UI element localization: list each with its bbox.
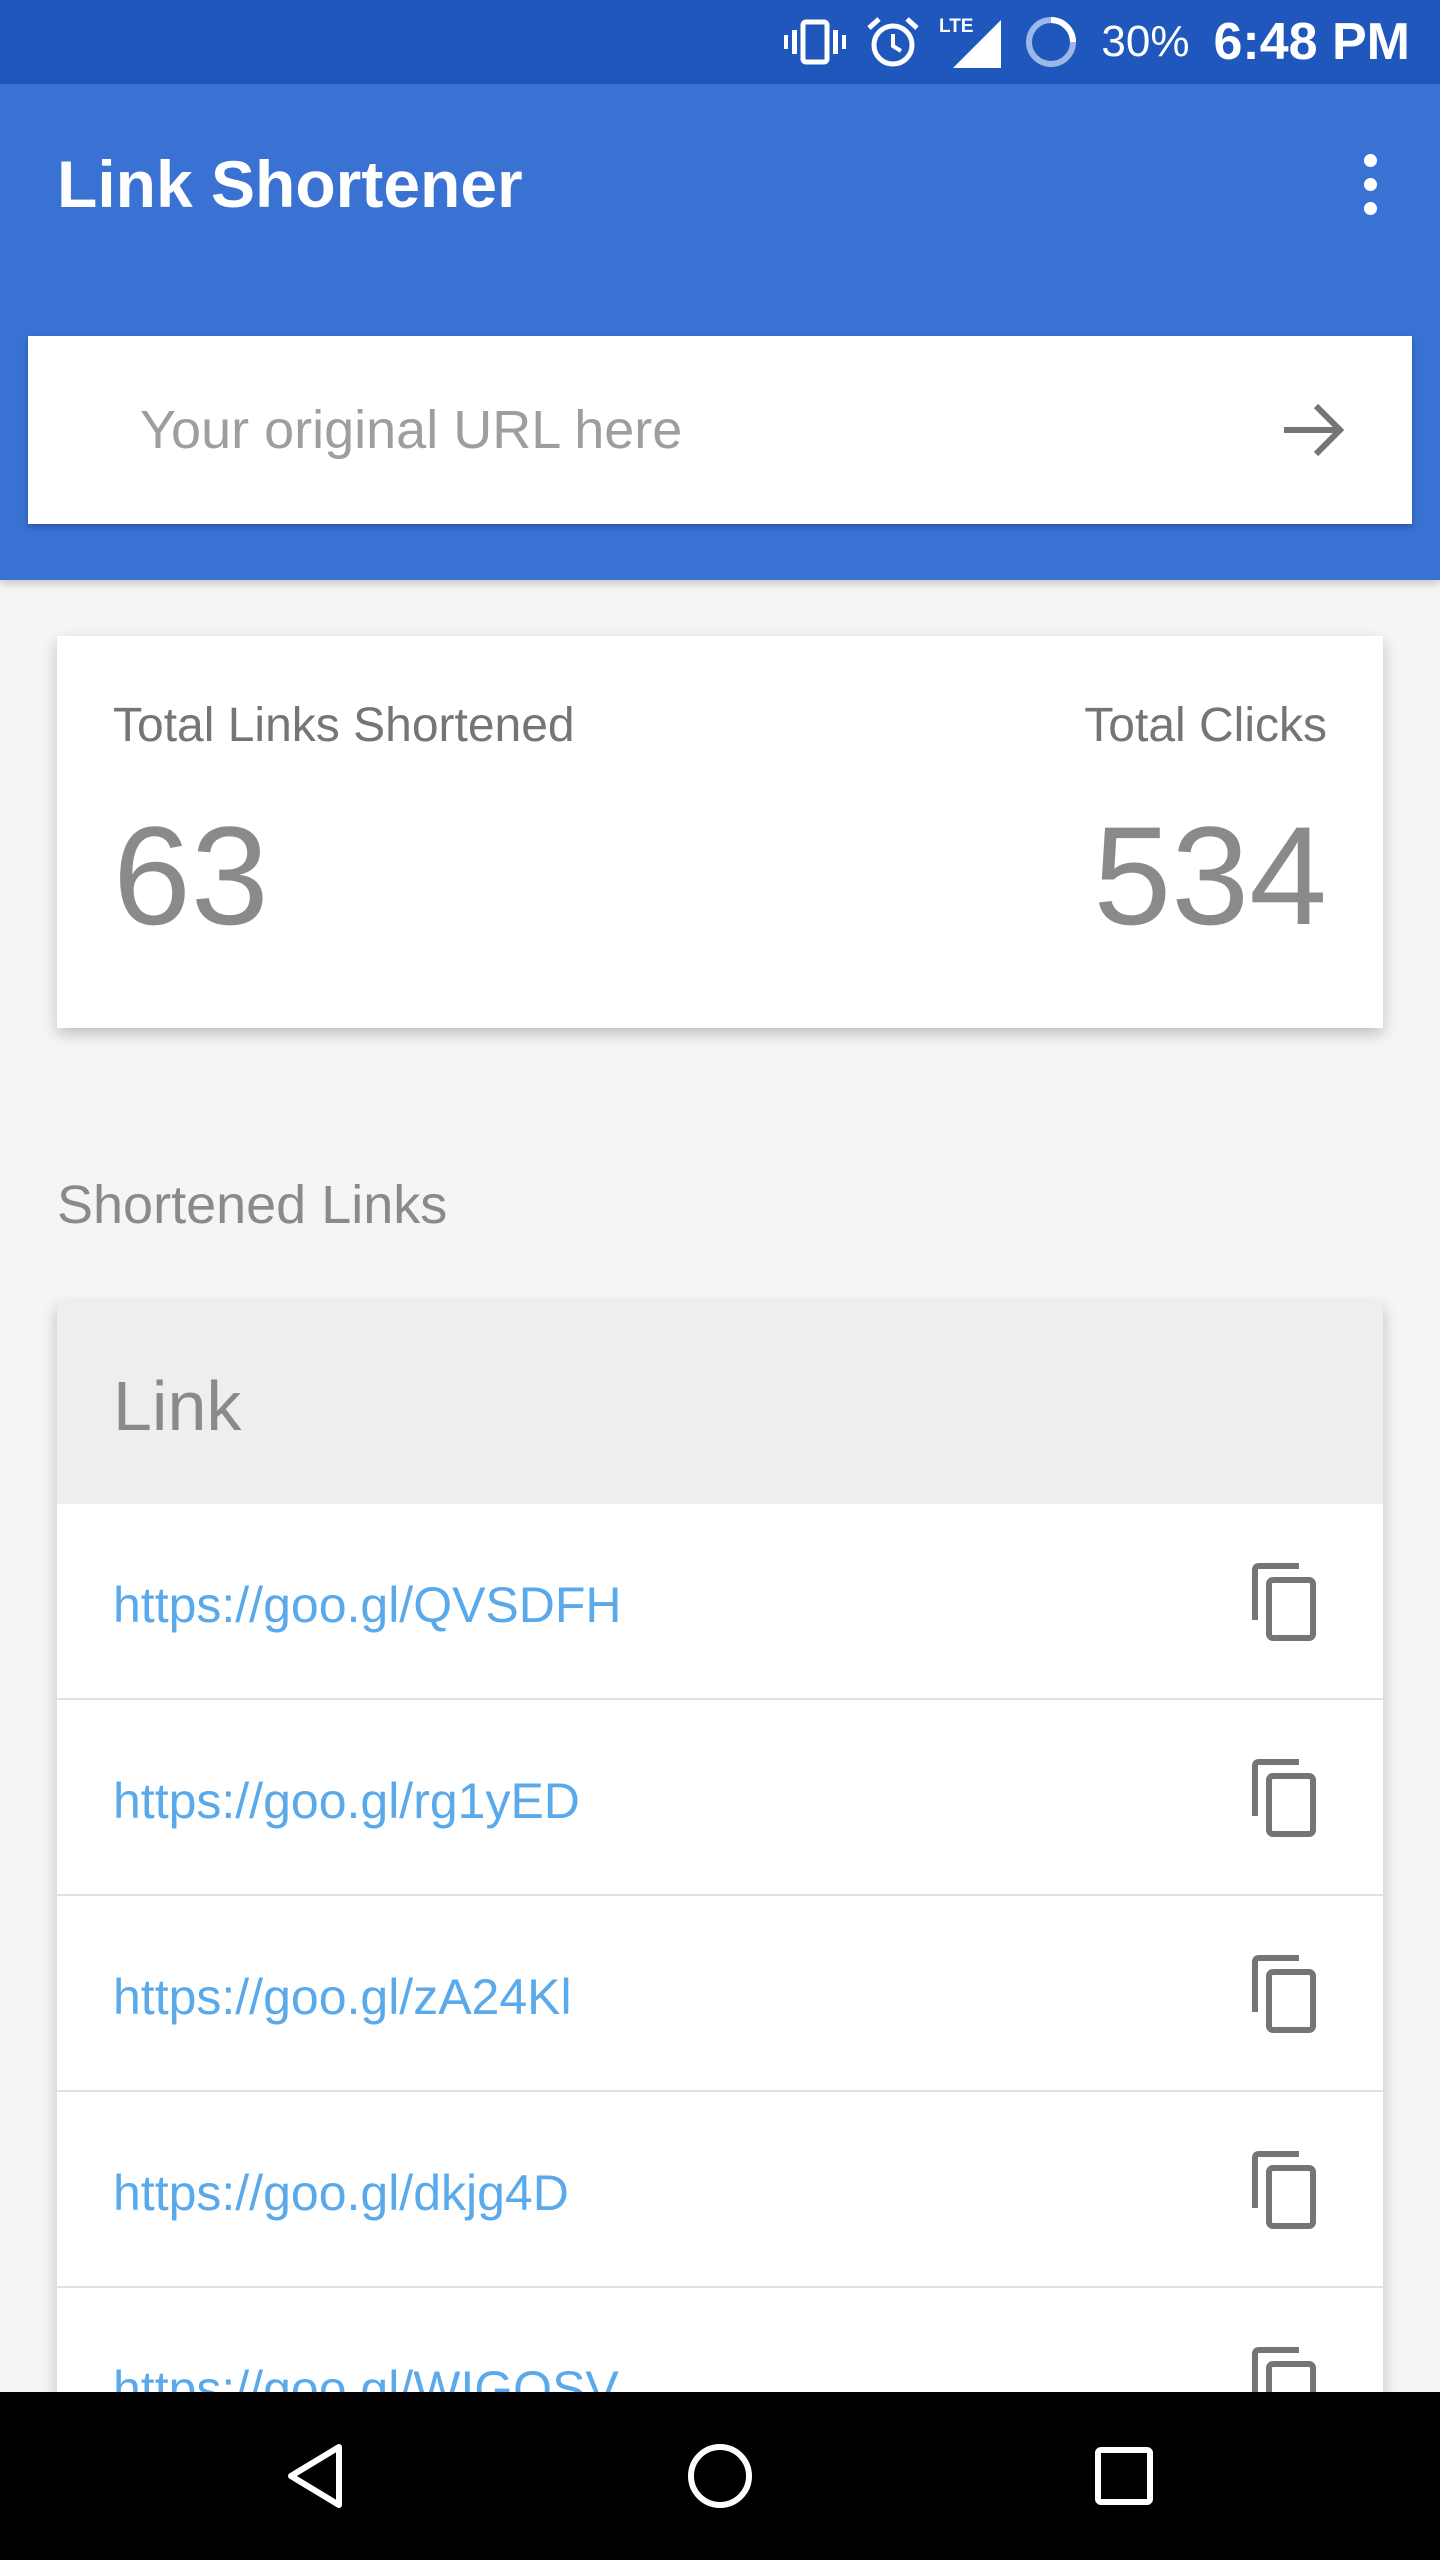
copy-icon xyxy=(1252,1759,1316,1837)
shortened-links-heading: Shortened Links xyxy=(57,1175,448,1235)
recents-button[interactable] xyxy=(1074,2426,1174,2526)
copy-button[interactable] xyxy=(1243,1756,1327,1840)
back-button[interactable] xyxy=(266,2426,366,2526)
links-table: Link https://goo.gl/QVSDFH https://goo.g… xyxy=(57,1302,1383,2402)
submit-url-button[interactable] xyxy=(1268,384,1360,476)
battery-icon xyxy=(1023,14,1079,70)
overflow-menu-button[interactable] xyxy=(1330,134,1410,234)
alarm-icon xyxy=(865,14,921,70)
more-vert-icon-dot xyxy=(1363,201,1377,215)
total-links-value: 63 xyxy=(113,797,269,954)
url-input[interactable] xyxy=(140,390,1190,470)
table-row: https://goo.gl/QVSDFH xyxy=(57,1504,1383,1700)
app-bar: Link Shortener xyxy=(0,84,1440,580)
battery-percent: 30% xyxy=(1101,17,1190,66)
arrow-forward-icon xyxy=(1284,403,1345,457)
screen: LTE 30% 6:48 PM Link Shortener Your orig… xyxy=(0,0,1440,2560)
links-table-header: Link xyxy=(57,1302,1383,1504)
total-clicks-label: Total Clicks xyxy=(1084,699,1327,752)
navigation-bar xyxy=(0,2392,1440,2560)
table-row: https://goo.gl/WIGOSV xyxy=(57,2288,1383,2402)
copy-icon xyxy=(1252,1563,1316,1641)
app-title: Link Shortener xyxy=(57,147,523,221)
more-vert-icon-dot xyxy=(1363,177,1377,191)
recents-icon xyxy=(1095,2447,1153,2505)
copy-button[interactable] xyxy=(1243,1952,1327,2036)
short-link[interactable]: https://goo.gl/zA24Kl xyxy=(113,1968,572,2026)
clock: 6:48 PM xyxy=(1213,13,1410,71)
back-icon xyxy=(288,2444,342,2508)
table-row: https://goo.gl/dkjg4D xyxy=(57,2092,1383,2288)
link-column-header: Link xyxy=(113,1367,242,1445)
stats-card: Total Links Shortened 63 Total Clicks 53… xyxy=(57,636,1383,1028)
lte-label: LTE xyxy=(939,16,973,37)
home-button[interactable] xyxy=(670,2426,770,2526)
vibrate-icon xyxy=(783,18,847,66)
table-row: https://goo.gl/zA24Kl xyxy=(57,1896,1383,2092)
copy-button[interactable] xyxy=(1243,2148,1327,2232)
total-links-label: Total Links Shortened xyxy=(113,699,575,752)
short-link[interactable]: https://goo.gl/QVSDFH xyxy=(113,1576,622,1634)
short-link[interactable]: https://goo.gl/dkjg4D xyxy=(113,2164,569,2222)
status-bar: LTE 30% 6:48 PM xyxy=(0,0,1440,84)
lte-signal-icon: LTE xyxy=(939,14,1005,70)
copy-icon xyxy=(1252,2151,1316,2229)
table-row: https://goo.gl/rg1yED xyxy=(57,1700,1383,1896)
copy-icon xyxy=(1252,1955,1316,2033)
total-clicks-value: 534 xyxy=(1093,797,1327,954)
url-input-card xyxy=(28,336,1412,524)
more-vert-icon xyxy=(1363,153,1377,167)
status-icons: LTE 30% 6:48 PM xyxy=(783,0,1410,84)
copy-button[interactable] xyxy=(1243,1560,1327,1644)
short-link[interactable]: https://goo.gl/rg1yED xyxy=(113,1772,580,1830)
home-icon xyxy=(688,2444,752,2508)
